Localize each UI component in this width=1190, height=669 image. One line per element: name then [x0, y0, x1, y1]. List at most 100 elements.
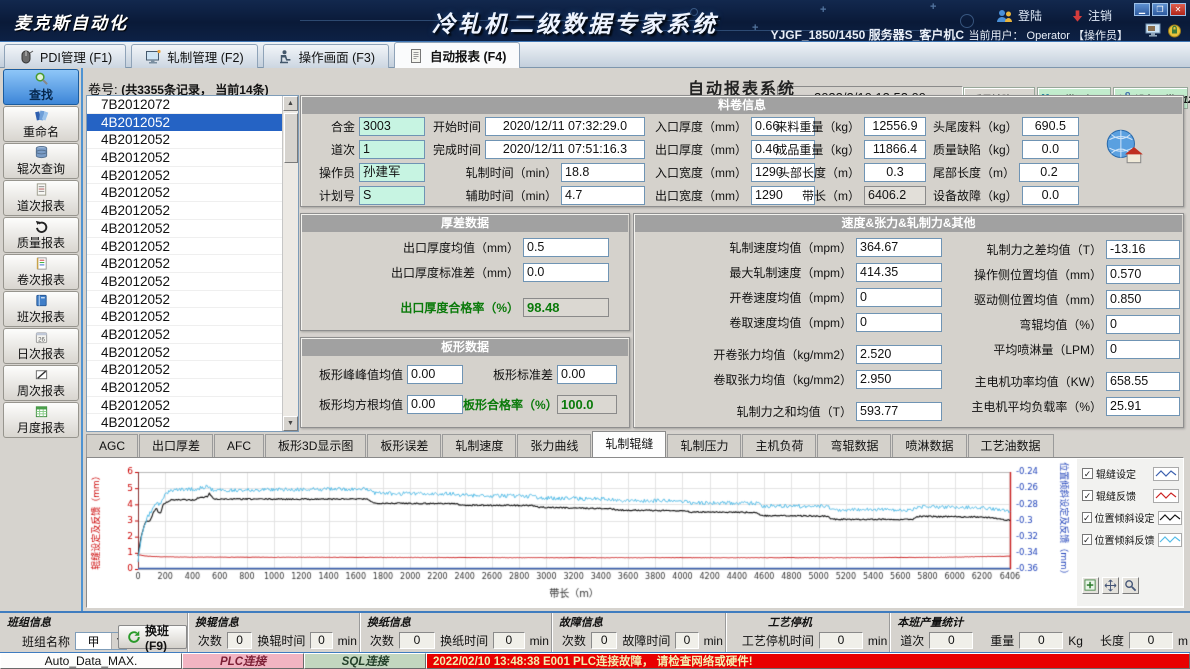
speed-right-value[interactable]: -13.16	[1106, 240, 1180, 259]
sidebar-item-database[interactable]: 辊次查询	[3, 143, 79, 179]
speed-left-value[interactable]: 0	[856, 288, 942, 307]
minimize-button[interactable]: ▁	[1134, 3, 1150, 16]
speed-left-value[interactable]: 0	[856, 313, 942, 332]
speed-left-value[interactable]: 414.35	[856, 263, 942, 282]
scroll-up-icon[interactable]: ▲	[283, 96, 298, 111]
sidebar-item-coil-report[interactable]: 卷次报表	[3, 254, 79, 290]
alloy-field[interactable]: 3003	[359, 117, 425, 136]
speed-right-value[interactable]: 658.55	[1106, 372, 1180, 391]
chart-tab[interactable]: 板形误差	[367, 434, 441, 457]
coil-list-item[interactable]: 4B2012052	[87, 184, 282, 202]
head-length-field[interactable]: 0.3	[864, 163, 926, 182]
magnifier-icon[interactable]	[1122, 577, 1139, 594]
sql-connection-cell[interactable]: SQL连接	[304, 653, 426, 669]
coil-list-item[interactable]: 4B2012052	[87, 202, 282, 220]
speed-left-value[interactable]: 364.67	[856, 238, 942, 257]
tail-length-field[interactable]: 0.2	[1019, 163, 1079, 182]
coil-list-item[interactable]: 4B2012052	[87, 344, 282, 362]
in-weight-field[interactable]: 12556.9	[864, 117, 926, 136]
speed-right-value[interactable]: 0	[1106, 315, 1180, 334]
chart-tab[interactable]: 喷淋数据	[892, 434, 966, 457]
coil-list-item[interactable]: 4B2012052	[87, 131, 282, 149]
chart-tab[interactable]: 板形3D显示图	[265, 434, 366, 457]
speed-right-value[interactable]: 0.850	[1106, 290, 1180, 309]
chart-tab[interactable]: AGC	[86, 434, 138, 457]
legend-checkbox[interactable]: ✓	[1082, 512, 1092, 523]
sidebar-item-rename[interactable]: 重命名	[3, 106, 79, 142]
coil-list-item[interactable]: 4B2012052	[87, 379, 282, 397]
chart-tab[interactable]: 工艺油数据	[968, 434, 1054, 457]
coil-list-item[interactable]: 4B2012052	[87, 255, 282, 273]
sidebar-item-quality-report[interactable]: 质量报表	[3, 217, 79, 253]
roll-time-field[interactable]: 18.8	[561, 163, 645, 182]
plan-field[interactable]: S	[359, 186, 425, 205]
speed-left-value[interactable]: 2.950	[856, 370, 942, 389]
coil-list-item[interactable]: 7B2012072	[87, 96, 282, 114]
coil-list-item[interactable]: 4B2012052	[87, 167, 282, 185]
chart-tab[interactable]: AFC	[214, 434, 264, 457]
close-button[interactable]: ✕	[1170, 3, 1186, 16]
speed-right-value[interactable]: 25.91	[1106, 397, 1180, 416]
globe-home-icon[interactable]	[1101, 126, 1147, 168]
coil-list-item[interactable]: 4B2012052	[87, 308, 282, 326]
nav-tab[interactable]: 轧制管理 (F2)	[131, 44, 257, 68]
exit-thickness-avg-field[interactable]: 0.5	[523, 238, 609, 257]
sidebar-item-pass-report[interactable]: 道次报表	[3, 180, 79, 216]
speed-left-value[interactable]: 2.520	[856, 345, 942, 364]
zoom-box-icon[interactable]	[1082, 577, 1099, 594]
coil-list-item[interactable]: 4B2012052	[87, 361, 282, 379]
end-time-field[interactable]: 2020/12/11 07:51:16.3	[485, 140, 645, 159]
chart-tab[interactable]: 弯辊数据	[817, 434, 891, 457]
speed-right-value[interactable]: 0	[1106, 340, 1180, 359]
nav-tab[interactable]: 操作画面 (F3)	[263, 44, 389, 68]
exit-thickness-std-field[interactable]: 0.0	[523, 263, 609, 282]
start-time-field[interactable]: 2020/12/11 07:32:29.0	[485, 117, 645, 136]
chart-tab[interactable]: 轧制速度	[442, 434, 516, 457]
sidebar-item-search[interactable]: 查找	[3, 69, 79, 105]
login-button[interactable]: 登陆	[996, 7, 1042, 24]
aux-time-field[interactable]: 4.7	[561, 186, 645, 205]
head-tail-scrap-field[interactable]: 690.5	[1022, 117, 1079, 136]
shape-peak-field[interactable]: 0.00	[407, 365, 463, 384]
legend-checkbox[interactable]: ✓	[1082, 468, 1093, 479]
chart-tab[interactable]: 轧制压力	[667, 434, 741, 457]
screen-icon[interactable]	[1145, 23, 1162, 38]
nav-tab[interactable]: PDI管理 (F1)	[4, 44, 126, 68]
coil-list-item[interactable]: 4B2012052	[87, 273, 282, 291]
coil-list-item[interactable]: 4B2012052	[87, 397, 282, 415]
nav-tab[interactable]: 自动报表 (F4)	[394, 42, 520, 68]
quality-defect-field[interactable]: 0.0	[1022, 140, 1079, 159]
coil-list-item[interactable]: 4B2012052	[87, 291, 282, 309]
sidebar-item-shift-report[interactable]: 班次报表	[3, 291, 79, 327]
lock-icon[interactable]	[1167, 23, 1182, 38]
chart-tab[interactable]: 张力曲线	[517, 434, 591, 457]
legend-checkbox[interactable]: ✓	[1082, 490, 1093, 501]
chart-tab[interactable]: 主机负荷	[742, 434, 816, 457]
shape-std-field[interactable]: 0.00	[557, 365, 617, 384]
speed-right-value[interactable]: 0.570	[1106, 265, 1180, 284]
pan-icon[interactable]	[1102, 577, 1119, 594]
sidebar-item-weekly-report[interactable]: 周次报表	[3, 365, 79, 401]
chart-tab[interactable]: 出口厚差	[139, 434, 213, 457]
out-weight-field[interactable]: 11866.4	[864, 140, 926, 159]
sidebar-item-daily-report[interactable]: 26日次报表	[3, 328, 79, 364]
scrollbar-thumb[interactable]	[284, 113, 298, 163]
coil-list-item[interactable]: 4B2012052	[87, 326, 282, 344]
scroll-down-icon[interactable]: ▼	[283, 416, 298, 431]
coil-list-item[interactable]: 4B2012052	[87, 220, 282, 238]
pass-field[interactable]: 1	[359, 140, 425, 159]
shape-rms-field[interactable]: 0.00	[407, 395, 463, 414]
sidebar-item-monthly-report[interactable]: 月度报表	[3, 402, 79, 438]
coil-list-item[interactable]: 4B2012052	[87, 149, 282, 167]
equipment-fault-field[interactable]: 0.0	[1022, 186, 1079, 205]
coil-list-item[interactable]: 4B2012052	[87, 414, 282, 431]
restore-button[interactable]: ❐	[1152, 3, 1168, 16]
logout-button[interactable]: 注销	[1071, 7, 1112, 24]
chart-tab[interactable]: 轧制辊缝	[592, 431, 666, 457]
shift-change-button[interactable]: 换班(F9)	[118, 625, 187, 649]
legend-checkbox[interactable]: ✓	[1082, 534, 1092, 545]
speed-left-value[interactable]: 593.77	[856, 402, 942, 421]
scrollbar[interactable]: ▲ ▼	[282, 96, 298, 431]
plc-connection-cell[interactable]: PLC连接	[182, 653, 304, 669]
coil-list-item[interactable]: 4B2012052	[87, 114, 282, 132]
